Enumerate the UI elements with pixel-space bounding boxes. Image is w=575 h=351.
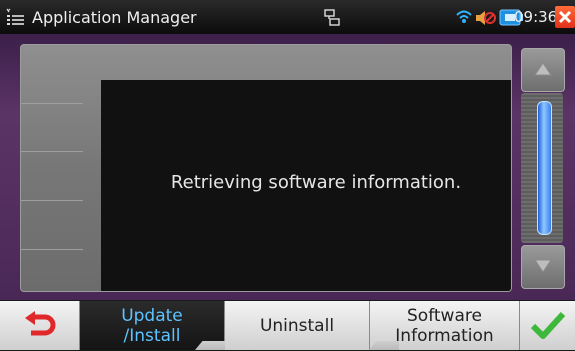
arrow-up-icon: [534, 62, 552, 76]
back-button[interactable]: [0, 301, 80, 350]
tab-software-information[interactable]: Software Information: [369, 301, 520, 350]
progress-dialog: Retrieving software information.: [101, 80, 511, 291]
back-arrow-icon: [24, 310, 55, 335]
wifi-icon: [455, 8, 473, 26]
tab-update-label-line1: Update: [121, 305, 183, 326]
close-icon: [558, 10, 572, 24]
arrow-down-icon: [534, 259, 552, 273]
confirm-button[interactable]: [520, 301, 575, 350]
title-bar: Application Manager 09:36: [0, 0, 575, 34]
clock: 09:36: [514, 8, 558, 26]
application-list[interactable]: Retrieving software information.: [20, 44, 512, 292]
tab-uninstall-label: Uninstall: [259, 315, 335, 336]
tab-notch: [195, 341, 225, 350]
window-title: Application Manager: [32, 8, 197, 27]
list-divider: [21, 103, 83, 104]
tab-swinfo-label-line1: Software: [407, 305, 482, 326]
scroll-up-button[interactable]: [521, 48, 565, 92]
scrollbar-thumb[interactable]: [537, 101, 552, 235]
list-divider: [21, 151, 83, 152]
app-menu-icon[interactable]: [6, 8, 28, 28]
scroll-down-button[interactable]: [521, 245, 565, 289]
volume-muted-icon: [475, 9, 497, 27]
tab-update-label-line2: /Install: [123, 325, 181, 346]
tab-update-install[interactable]: Update /Install: [80, 301, 225, 350]
checkmark-icon: [530, 311, 565, 339]
list-divider: [21, 200, 83, 201]
list-divider: [21, 249, 83, 250]
close-button[interactable]: [555, 6, 575, 28]
tab-swinfo-label-line2: Information: [395, 325, 494, 346]
dialog-message: Retrieving software information.: [170, 172, 462, 193]
network-icon: [322, 9, 342, 27]
scrollbar-track[interactable]: [521, 93, 563, 243]
tab-uninstall[interactable]: Uninstall: [225, 301, 370, 350]
tab-notch: [369, 341, 399, 350]
main-content: Retrieving software information.: [0, 34, 575, 300]
bottom-toolbar: Update /Install Uninstall Software Infor…: [0, 300, 575, 351]
